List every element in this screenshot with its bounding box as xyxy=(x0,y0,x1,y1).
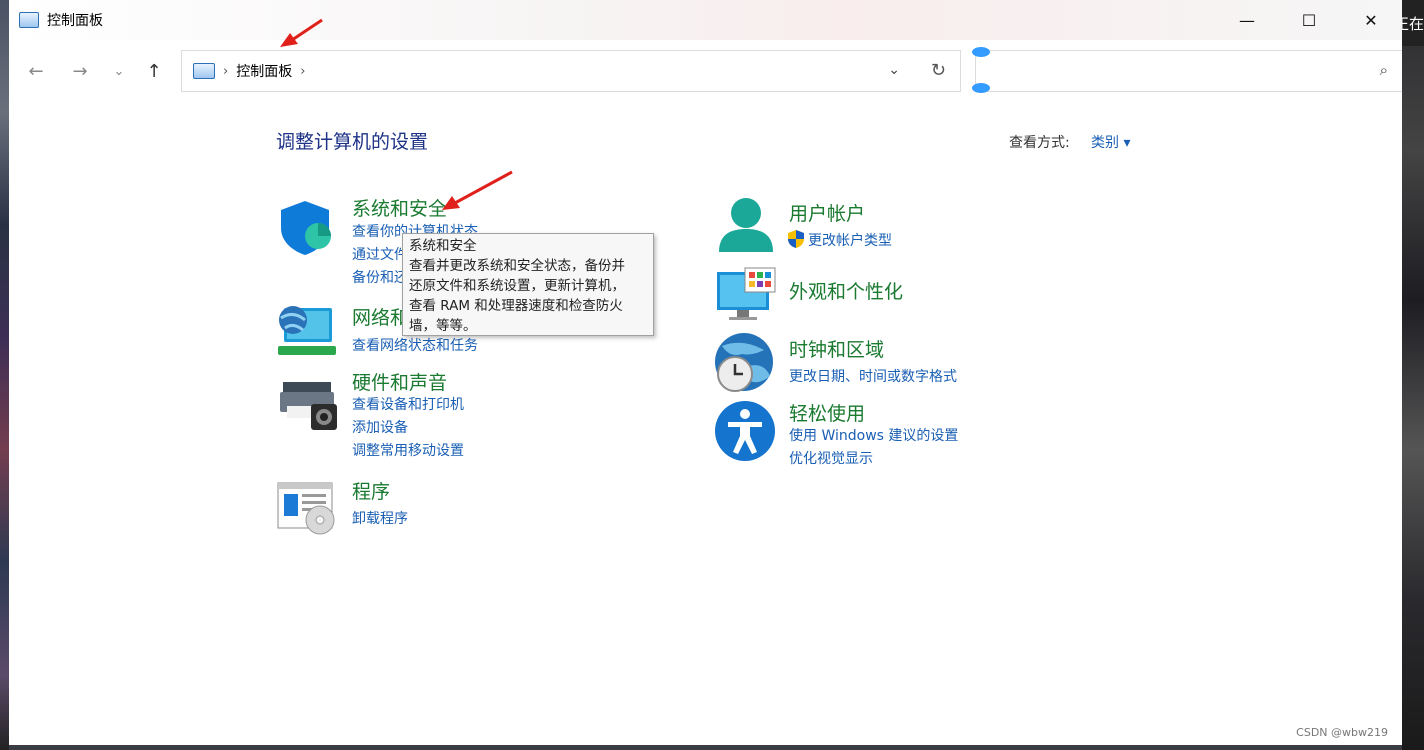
forward-arrow-icon[interactable]: → xyxy=(65,56,95,86)
page-title: 调整计算机的设置 xyxy=(276,131,429,153)
recent-locations-chevron-icon[interactable]: ⌄ xyxy=(104,56,134,86)
printer-icon[interactable] xyxy=(279,380,341,432)
address-bar[interactable]: › 控制面板 › ⌄ ↻ xyxy=(181,50,961,92)
link-uninstall-program[interactable]: 卸载程序 xyxy=(352,508,408,528)
search-icon[interactable]: ⌕ xyxy=(1380,61,1388,79)
view-by-label: 查看方式: xyxy=(1009,135,1070,151)
overlay-marker-icon xyxy=(972,47,990,57)
programs-icon[interactable] xyxy=(276,480,338,536)
maximize-button[interactable]: ☐ xyxy=(1278,0,1340,40)
category-clock-region[interactable]: 时钟和区域 xyxy=(789,335,884,362)
minimize-button[interactable]: — xyxy=(1216,0,1278,40)
watermark: CSDN @wbw219 xyxy=(1296,726,1388,739)
category-user-accounts[interactable]: 用户帐户 xyxy=(789,199,865,226)
link-change-account-type[interactable]: 更改帐户类型 xyxy=(808,230,892,250)
navigation-bar: ← → ⌄ ↑ › 控制面板 › ⌄ ↻ ⌕ xyxy=(9,40,1402,100)
system-security-tooltip: 系统和安全 查看并更改系统和安全状态，备份并 还原文件和系统设置，更新计算机， … xyxy=(402,233,654,336)
category-appearance-personalization[interactable]: 外观和个性化 xyxy=(789,277,903,304)
control-panel-icon xyxy=(193,63,215,79)
link-network-status[interactable]: 查看网络状态和任务 xyxy=(352,335,478,355)
link-mobility-settings[interactable]: 调整常用移动设置 xyxy=(352,440,464,460)
breadcrumb-separator-icon[interactable]: › xyxy=(300,64,305,79)
close-button[interactable]: ✕ xyxy=(1340,0,1402,40)
network-icon[interactable] xyxy=(276,302,338,362)
accessibility-icon[interactable] xyxy=(714,400,776,462)
search-input[interactable]: ⌕ xyxy=(975,50,1402,92)
address-dropdown-chevron-icon[interactable]: ⌄ xyxy=(888,62,900,78)
refresh-icon[interactable]: ↻ xyxy=(931,60,946,81)
tooltip-line: 墙，等等。 xyxy=(409,318,477,334)
title-bar: 控制面板 — ☐ ✕ xyxy=(9,0,1402,40)
link-date-time-format[interactable]: 更改日期、时间或数字格式 xyxy=(789,366,957,386)
user-icon[interactable] xyxy=(715,196,777,258)
category-programs[interactable]: 程序 xyxy=(352,477,390,504)
link-optimize-visual[interactable]: 优化视觉显示 xyxy=(789,448,873,468)
back-arrow-icon[interactable]: ← xyxy=(21,56,51,86)
category-hardware-sound[interactable]: 硬件和声音 xyxy=(352,368,447,395)
up-arrow-icon[interactable]: ↑ xyxy=(139,56,169,86)
desktop-background-right xyxy=(1402,0,1424,750)
tooltip-line: 查看 RAM 和处理器速度和检查防火 xyxy=(409,298,623,314)
window-title: 控制面板 xyxy=(47,13,103,29)
breadcrumb-control-panel[interactable]: 控制面板 xyxy=(236,61,292,81)
breadcrumb-separator-icon[interactable]: › xyxy=(223,64,228,79)
view-by-dropdown[interactable]: 类别 ▾ xyxy=(1091,132,1130,152)
link-recommended-settings[interactable]: 使用 Windows 建议的设置 xyxy=(789,425,958,445)
control-panel-window: 控制面板 — ☐ ✕ ← → ⌄ ↑ › 控制面板 › ⌄ ↻ ⌕ 调整计算机的… xyxy=(9,0,1402,745)
tooltip-line: 系统和安全 xyxy=(409,238,477,254)
tooltip-line: 还原文件和系统设置，更新计算机， xyxy=(409,278,625,294)
clock-icon[interactable] xyxy=(712,332,776,394)
monitor-icon[interactable] xyxy=(715,266,777,322)
category-system-security[interactable]: 系统和安全 xyxy=(352,194,447,221)
desktop-background-left xyxy=(0,0,9,750)
category-ease-of-access[interactable]: 轻松使用 xyxy=(789,399,865,426)
tooltip-line: 查看并更改系统和安全状态，备份并 xyxy=(409,258,625,274)
link-add-device[interactable]: 添加设备 xyxy=(352,417,408,437)
control-panel-icon xyxy=(19,12,39,28)
link-devices-printers[interactable]: 查看设备和打印机 xyxy=(352,394,464,414)
overlay-marker-icon xyxy=(972,83,990,93)
uac-shield-icon xyxy=(788,230,804,248)
shield-icon[interactable] xyxy=(277,198,337,258)
